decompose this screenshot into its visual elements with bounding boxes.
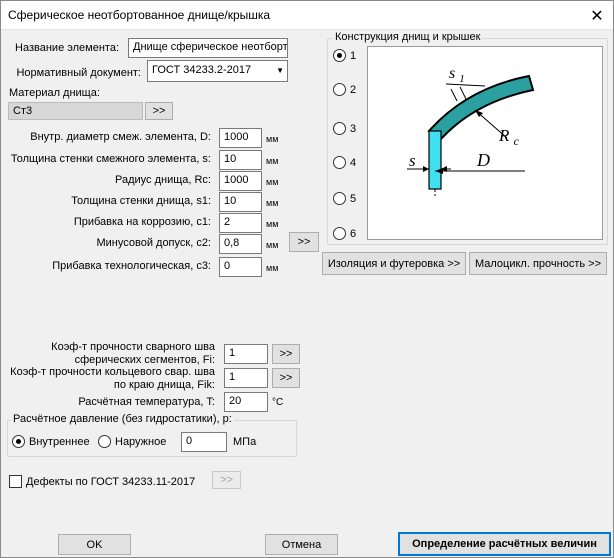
param-input[interactable]: 2 <box>219 213 262 233</box>
param-input[interactable]: 0,8 <box>219 234 262 254</box>
pressure-unit: МПа <box>233 436 257 448</box>
param-unit: мм <box>266 177 279 187</box>
design-option-radio[interactable] <box>333 83 346 96</box>
norm-doc-select[interactable]: ГОСТ 34233.2-2017 ▼ <box>147 60 288 82</box>
pressure-internal-radio[interactable] <box>12 435 25 448</box>
param-label: Прибавка на коррозию, c1: <box>73 216 211 228</box>
param-unit: мм <box>266 240 279 250</box>
s-label: s <box>409 151 416 170</box>
param-label: Толщина стенки днища, s1: <box>71 195 211 207</box>
head-drawing: s 1 R c s D <box>367 46 603 240</box>
material-label: Материал днища: <box>9 87 100 99</box>
design-option-label: 1 <box>350 50 357 62</box>
temperature-unit: °C <box>272 397 284 408</box>
design-option-radio[interactable] <box>333 122 346 135</box>
material-value: Ст3 <box>8 102 143 120</box>
norm-doc-value: ГОСТ 34233.2-2017 <box>152 64 252 76</box>
param-label: Толщина стенки смежного элемента, s: <box>10 153 211 165</box>
fi-label-line2: сферических сегментов, Fi: <box>74 354 215 366</box>
design-option-label: 2 <box>350 84 357 96</box>
close-icon[interactable]: ✕ <box>581 1 613 30</box>
param-input[interactable]: 10 <box>219 150 262 170</box>
param-unit: мм <box>266 219 279 229</box>
design-option-label: 6 <box>350 228 357 240</box>
pressure-external-label: Наружное <box>115 436 167 448</box>
param-label: Внутр. диаметр смеж. элемента, D: <box>30 131 211 143</box>
param-unit: мм <box>266 134 279 144</box>
param-unit: мм <box>266 263 279 273</box>
fik-button[interactable]: >> <box>272 368 300 388</box>
design-group-title: Конструкция днищ и крышек <box>333 31 483 43</box>
param-input[interactable]: 10 <box>219 192 262 212</box>
cancel-button[interactable]: Отмена <box>265 534 338 555</box>
design-option-label: 4 <box>350 157 357 169</box>
pressure-group-title: Расчётное давление (без гидростатики), p… <box>11 413 234 425</box>
fi-button[interactable]: >> <box>272 344 300 364</box>
defects-checkbox[interactable] <box>9 475 22 488</box>
material-text: Ст3 <box>13 105 33 117</box>
ok-button[interactable]: OK <box>58 534 131 555</box>
window-title: Сферическое неотбортованное днище/крышка <box>8 8 271 22</box>
d-label: D <box>476 150 490 170</box>
design-option-radio[interactable] <box>333 192 346 205</box>
temperature-label: Расчётная температура, T: <box>78 396 215 408</box>
c2-tolerance-button[interactable]: >> <box>289 232 319 252</box>
design-option-label: 3 <box>350 123 357 135</box>
param-label: Радиус днища, Rc: <box>114 174 211 186</box>
param-input[interactable]: 1000 <box>219 171 262 191</box>
norm-doc-label: Нормативный документ: <box>16 67 141 79</box>
lowcycle-button[interactable]: Малоцикл. прочность >> <box>469 252 607 275</box>
title-bar: Сферическое неотбортованное днище/крышка… <box>1 1 613 30</box>
fik-input[interactable]: 1 <box>224 368 268 388</box>
param-label: Минусовой допуск, c2: <box>96 237 211 249</box>
param-unit: мм <box>266 198 279 208</box>
fik-label-line2: по краю днища, Fik: <box>113 379 215 391</box>
design-option-radio[interactable] <box>333 227 346 240</box>
fik-label-line1: Коэф-т прочности кольцевого свар. шва <box>10 366 215 378</box>
temperature-input[interactable]: 20 <box>224 392 268 412</box>
param-input[interactable]: 1000 <box>219 128 262 148</box>
insulation-button[interactable]: Изоляция и футеровка >> <box>322 252 466 275</box>
design-option-radio[interactable] <box>333 156 346 169</box>
param-unit: мм <box>266 156 279 166</box>
param-label: Прибавка технологическая, c3: <box>52 260 211 272</box>
param-input[interactable]: 0 <box>219 257 262 277</box>
defects-button[interactable]: >> <box>212 471 241 489</box>
fi-input[interactable]: 1 <box>224 344 268 364</box>
determine-values-button[interactable]: Определение расчётных величин <box>398 532 611 556</box>
fi-label-line1: Коэф-т прочности сварного шва <box>51 341 215 353</box>
design-option-radio[interactable] <box>333 49 346 62</box>
dialog-window: Сферическое неотбортованное днище/крышка… <box>0 0 614 558</box>
pressure-external-radio[interactable] <box>98 435 111 448</box>
chevron-down-icon: ▼ <box>276 66 284 75</box>
material-select-button[interactable]: >> <box>145 102 173 120</box>
element-name-label: Название элемента: <box>15 42 119 54</box>
element-name-input[interactable]: Днище сферическое неотборт <box>128 38 288 58</box>
design-option-label: 5 <box>350 193 357 205</box>
defects-label: Дефекты по ГОСТ 34233.11-2017 <box>26 476 196 488</box>
pressure-internal-label: Внутреннее <box>29 436 90 448</box>
pressure-input[interactable]: 0 <box>181 432 227 452</box>
